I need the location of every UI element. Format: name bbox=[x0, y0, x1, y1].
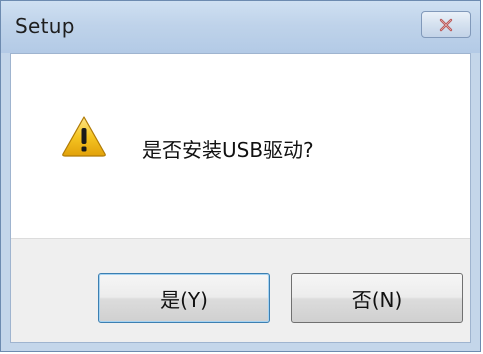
message-area: 是否安装USB驱动? bbox=[11, 54, 470, 238]
title-bar[interactable]: Setup bbox=[1, 1, 480, 53]
close-button[interactable] bbox=[421, 11, 471, 38]
window-title: Setup bbox=[15, 14, 75, 38]
dialog-content: 是否安装USB驱动? 是(Y) 否(N) bbox=[10, 53, 471, 343]
no-button[interactable]: 否(N) bbox=[291, 273, 463, 323]
button-area: 是(Y) 否(N) bbox=[11, 238, 470, 342]
message-text: 是否安装USB驱动? bbox=[142, 138, 314, 162]
close-icon bbox=[439, 18, 453, 31]
yes-button[interactable]: 是(Y) bbox=[98, 273, 270, 323]
setup-dialog: Setup 是否安装USB驱动? 是(Y) 否(N) bbox=[0, 0, 481, 352]
warning-icon bbox=[62, 116, 106, 157]
